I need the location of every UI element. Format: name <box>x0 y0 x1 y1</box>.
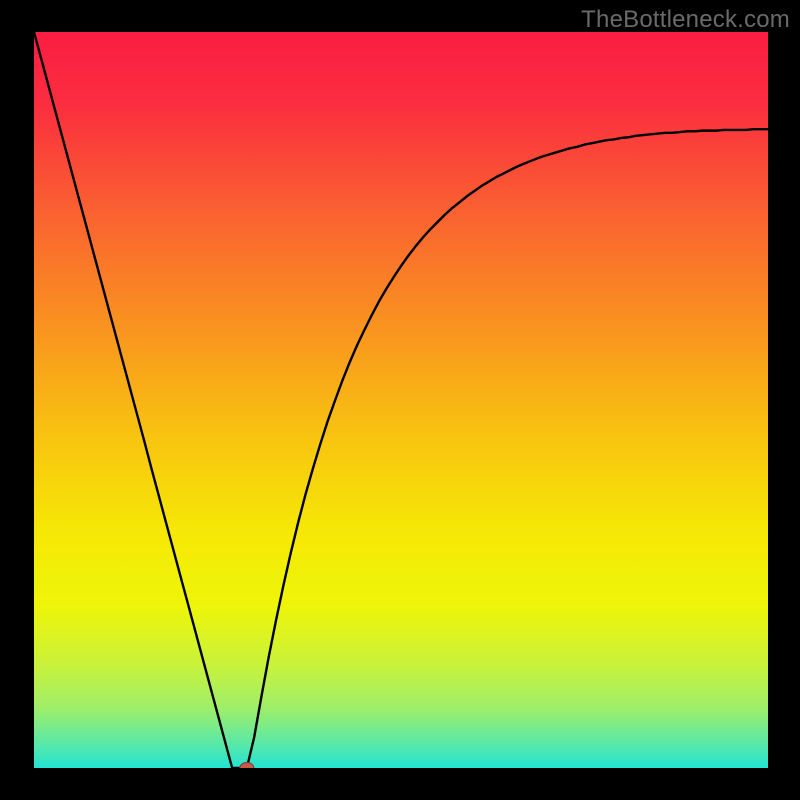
chart-background <box>34 32 768 768</box>
watermark-text: TheBottleneck.com <box>581 6 790 34</box>
bottleneck-chart <box>34 32 768 768</box>
chart-frame: TheBottleneck.com <box>0 0 800 800</box>
